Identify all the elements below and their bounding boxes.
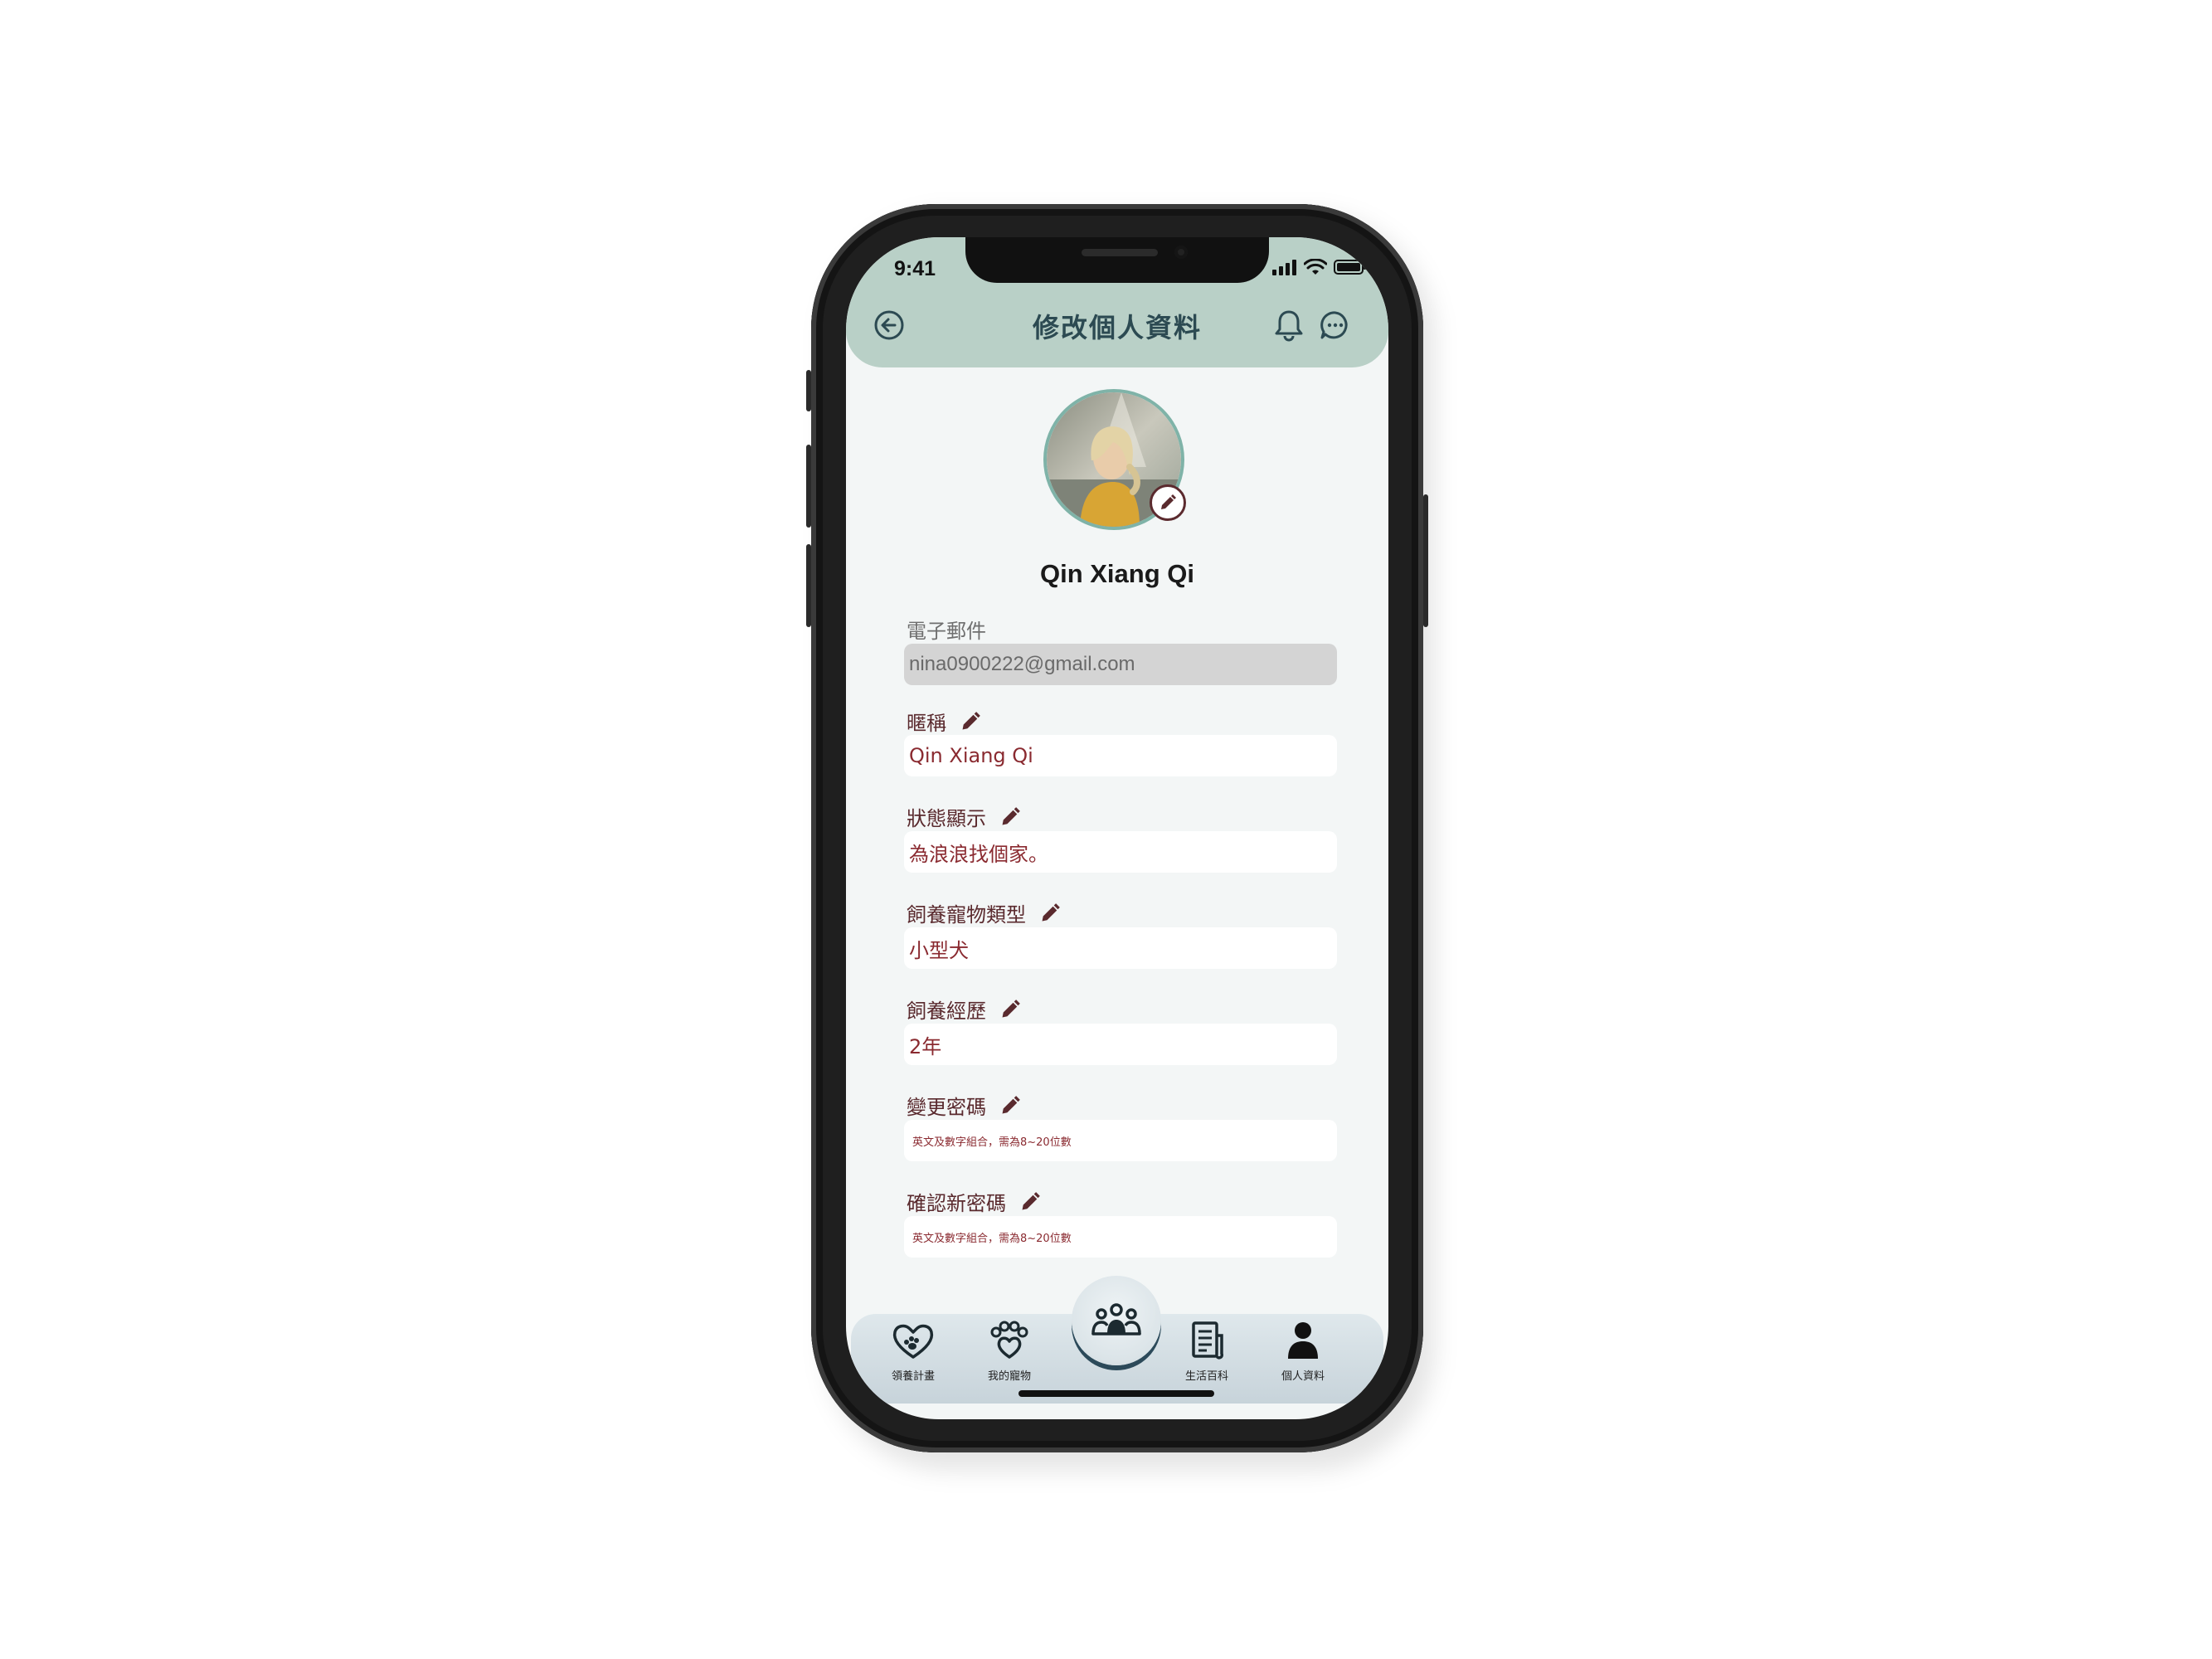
front-camera	[1174, 246, 1188, 259]
confirm-password-label-text: 確認新密碼	[907, 1192, 1006, 1215]
wifi-icon	[1304, 259, 1327, 275]
nav-label: 我的寵物	[987, 1370, 1031, 1383]
earpiece-speaker	[1082, 249, 1158, 256]
profile-name: Qin Xiang Qi	[1039, 559, 1194, 588]
edit-pencil-icon[interactable]	[999, 806, 1021, 828]
nav-item-adoption[interactable]: 領養計畫	[876, 1321, 950, 1383]
edit-pencil-icon[interactable]	[999, 999, 1021, 1020]
pencil-icon	[1161, 494, 1176, 509]
bell-icon	[1275, 310, 1303, 342]
edit-avatar-button[interactable]	[1150, 484, 1186, 521]
signal-icon	[1272, 260, 1296, 275]
nickname-label: 暱稱	[907, 707, 981, 736]
status-label-text: 狀態顯示	[907, 807, 986, 830]
change-password-field[interactable]: 英文及數字組合，需為8~20位數	[904, 1120, 1337, 1161]
avatar-section	[1043, 389, 1189, 535]
edit-pencil-icon[interactable]	[1019, 1191, 1041, 1213]
edit-pencil-icon[interactable]	[1039, 902, 1061, 924]
status-time: 9:41	[894, 257, 936, 280]
nickname-field[interactable]: Qin Xiang Qi	[904, 735, 1337, 776]
experience-label-text: 飼養經歷	[907, 1000, 986, 1023]
notifications-button[interactable]	[1271, 307, 1307, 343]
phone-screen: 9:41 修改個人資料 Qin Xiang Qi 電子郵件 nina090022…	[846, 237, 1388, 1419]
paw-heart-icon	[990, 1321, 1028, 1359]
phone-notch	[965, 237, 1269, 283]
nav-item-community[interactable]	[1072, 1276, 1161, 1365]
battery-icon	[1334, 260, 1366, 275]
article-icon	[1192, 1321, 1224, 1360]
change-password-label-text: 變更密碼	[907, 1096, 986, 1119]
email-label: 電子郵件	[907, 615, 986, 644]
status-field[interactable]: 為浪浪找個家。	[904, 831, 1337, 873]
heart-paw-icon	[892, 1324, 934, 1359]
experience-field[interactable]: 2年	[904, 1024, 1337, 1065]
power-button	[1423, 494, 1428, 627]
silent-switch	[806, 370, 811, 411]
nav-label: 個人資料	[1281, 1370, 1325, 1383]
chat-bubble-icon	[1320, 311, 1348, 339]
person-icon	[1288, 1322, 1318, 1359]
change-password-label: 變更密碼	[907, 1091, 1021, 1120]
experience-label: 飼養經歷	[907, 995, 1021, 1024]
home-indicator	[1018, 1390, 1214, 1397]
email-field: nina0900222@gmail.com	[904, 644, 1337, 685]
pet-type-label-text: 飼養寵物類型	[907, 903, 1026, 927]
pet-type-field[interactable]: 小型犬	[904, 927, 1337, 969]
status-label: 狀態顯示	[907, 802, 1021, 831]
confirm-password-label: 確認新密碼	[907, 1187, 1041, 1216]
community-icon	[1091, 1303, 1141, 1335]
nav-item-profile[interactable]: 個人資料	[1266, 1321, 1340, 1383]
status-icons	[1272, 259, 1367, 275]
nickname-label-text: 暱稱	[907, 712, 946, 735]
pet-type-label: 飼養寵物類型	[907, 898, 1061, 927]
nav-item-encyclopedia[interactable]: 生活百科	[1169, 1321, 1244, 1383]
nav-item-my-pets[interactable]: 我的寵物	[972, 1321, 1047, 1383]
volume-down-button	[806, 544, 811, 627]
messages-button[interactable]	[1317, 307, 1354, 343]
edit-pencil-icon[interactable]	[960, 711, 981, 732]
nav-label: 領養計畫	[891, 1370, 935, 1383]
volume-up-button	[806, 445, 811, 528]
email-label-text: 電子郵件	[907, 620, 986, 643]
nav-label: 生活百科	[1184, 1370, 1228, 1383]
confirm-password-field[interactable]: 英文及數字組合，需為8~20位數	[904, 1216, 1337, 1258]
edit-pencil-icon[interactable]	[999, 1095, 1021, 1117]
